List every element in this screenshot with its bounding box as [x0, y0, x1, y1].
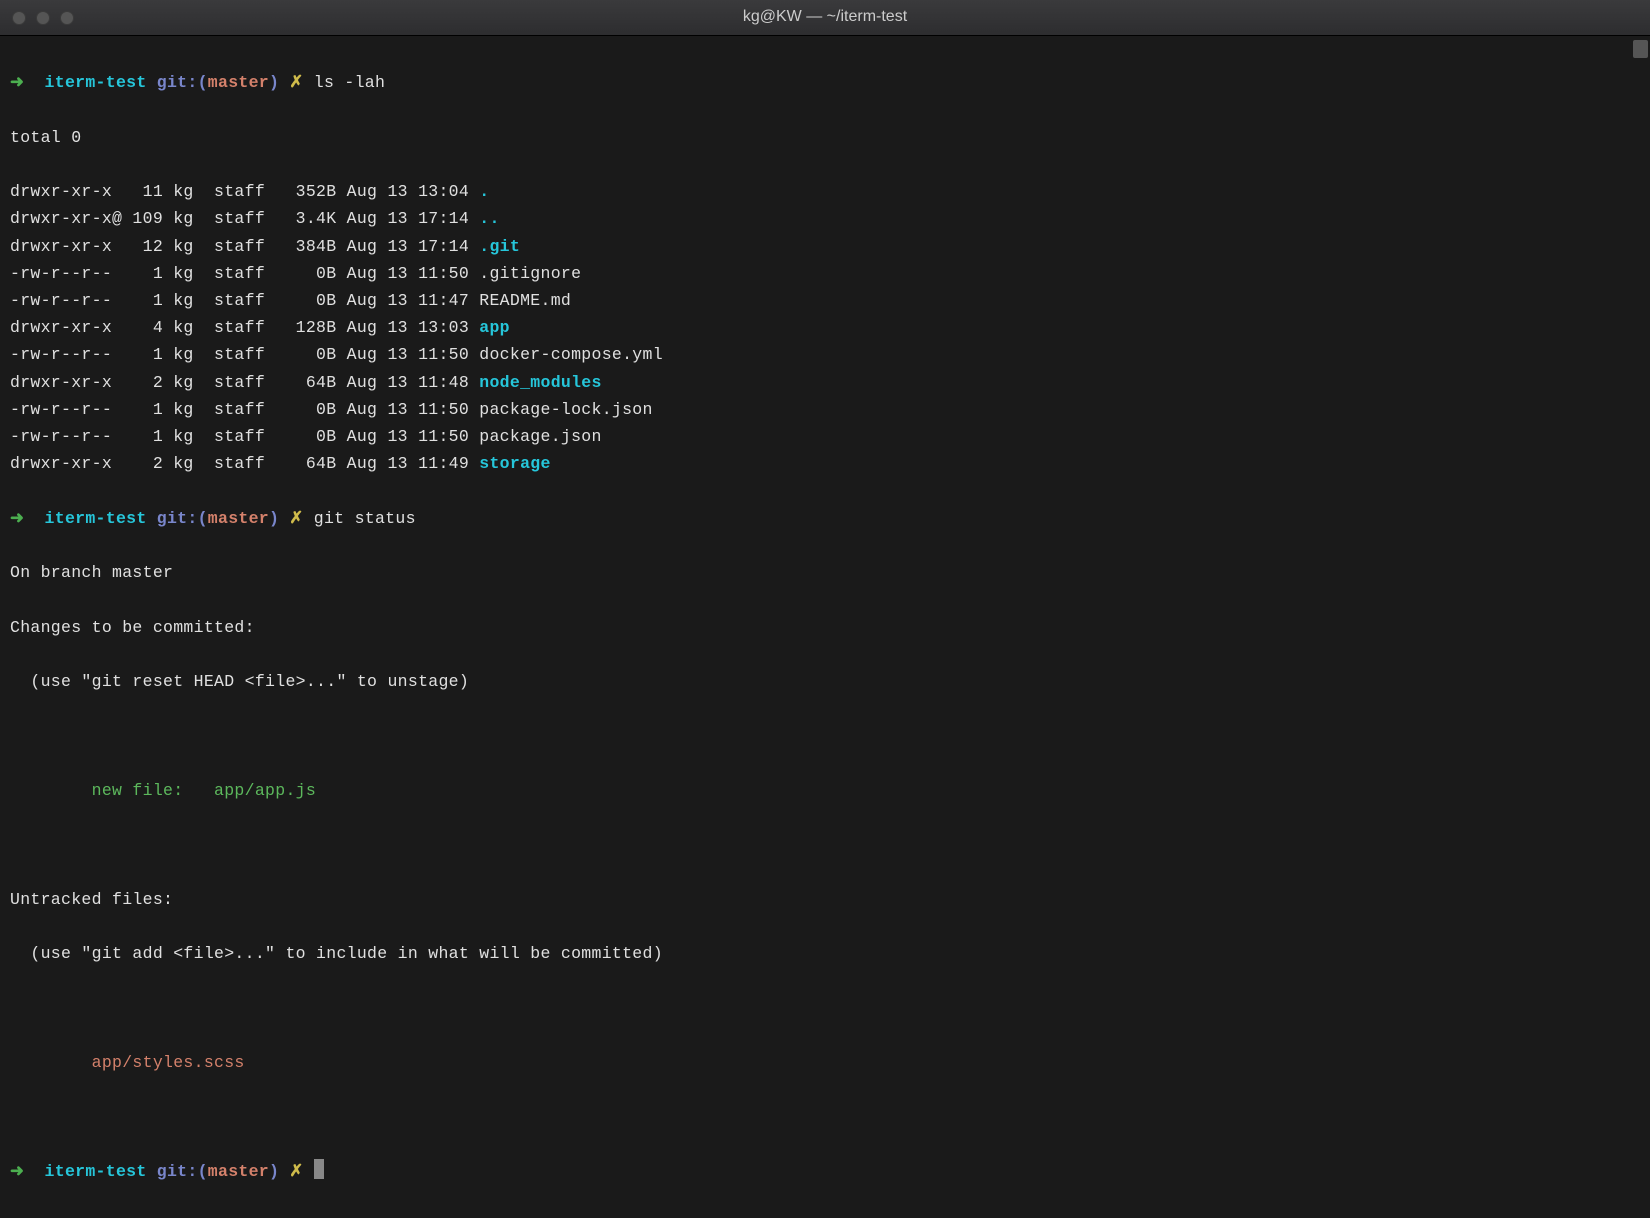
ls-row: -rw-r--r-- 1 kg staff 0B Aug 13 11:50 pa…	[10, 396, 1640, 423]
ls-meta: drwxr-xr-x 12 kg staff 384B Aug 13 17:14	[10, 237, 479, 256]
zoom-window-button[interactable]	[60, 11, 74, 25]
ls-file-name: README.md	[479, 291, 571, 310]
git-unstage-hint: (use "git reset HEAD <file>..." to unsta…	[10, 668, 1640, 695]
ls-row: drwxr-xr-x 2 kg staff 64B Aug 13 11:48 n…	[10, 369, 1640, 396]
blank-line	[10, 722, 1640, 749]
prompt-branch: master	[208, 73, 269, 92]
prompt-paren-close: )	[269, 509, 279, 528]
prompt-dirty-icon: ✗	[289, 1162, 303, 1181]
window-titlebar: kg@KW — ~/iterm-test	[0, 0, 1650, 36]
prompt-arrow-icon: ➜	[10, 509, 24, 528]
ls-meta: drwxr-xr-x 11 kg staff 352B Aug 13 13:04	[10, 182, 479, 201]
close-window-button[interactable]	[12, 11, 26, 25]
git-untracked-header: Untracked files:	[10, 886, 1640, 913]
prompt-paren-close: )	[269, 1162, 279, 1181]
scrollbar-thumb[interactable]	[1633, 40, 1648, 58]
prompt-paren-open: (	[198, 73, 208, 92]
ls-row: drwxr-xr-x 11 kg staff 352B Aug 13 13:04…	[10, 178, 1640, 205]
ls-dir-name: node_modules	[479, 373, 601, 392]
ls-meta: -rw-r--r-- 1 kg staff 0B Aug 13 11:47	[10, 291, 479, 310]
ls-row: drwxr-xr-x@ 109 kg staff 3.4K Aug 13 17:…	[10, 205, 1640, 232]
prompt-git-label: git:	[157, 73, 198, 92]
ls-file-name: package.json	[479, 427, 601, 446]
prompt-dir: iterm-test	[45, 509, 147, 528]
ls-row: -rw-r--r-- 1 kg staff 0B Aug 13 11:50 .g…	[10, 260, 1640, 287]
ls-row: drwxr-xr-x 12 kg staff 384B Aug 13 17:14…	[10, 233, 1640, 260]
git-branch-line: On branch master	[10, 559, 1640, 586]
prompt-line-2: ➜ iterm-test git:(master) ✗ git status	[10, 505, 1640, 532]
ls-meta: drwxr-xr-x@ 109 kg staff 3.4K Aug 13 17:…	[10, 209, 479, 228]
prompt-dir: iterm-test	[45, 1162, 147, 1181]
ls-dir-name: ..	[479, 209, 499, 228]
terminal-content[interactable]: ➜ iterm-test git:(master) ✗ ls -lah tota…	[0, 36, 1650, 1218]
blank-line	[10, 831, 1640, 858]
git-changes-header: Changes to be committed:	[10, 614, 1640, 641]
prompt-paren-open: (	[198, 509, 208, 528]
ls-meta: -rw-r--r-- 1 kg staff 0B Aug 13 11:50	[10, 345, 479, 364]
ls-dir-name: .git	[479, 237, 520, 256]
ls-dir-name: storage	[479, 454, 550, 473]
ls-meta: drwxr-xr-x 4 kg staff 128B Aug 13 13:03	[10, 318, 479, 337]
prompt-arrow-icon: ➜	[10, 1162, 24, 1181]
ls-row: -rw-r--r-- 1 kg staff 0B Aug 13 11:50 do…	[10, 341, 1640, 368]
prompt-paren-open: (	[198, 1162, 208, 1181]
prompt-dir: iterm-test	[45, 73, 147, 92]
blank-line	[10, 1104, 1640, 1131]
blank-line	[10, 995, 1640, 1022]
prompt-line-1: ➜ iterm-test git:(master) ✗ ls -lah	[10, 69, 1640, 96]
git-add-hint: (use "git add <file>..." to include in w…	[10, 940, 1640, 967]
ls-total: total 0	[10, 124, 1640, 151]
ls-file-name: package-lock.json	[479, 400, 652, 419]
cursor[interactable]	[314, 1159, 324, 1179]
command-1: ls -lah	[314, 73, 385, 92]
ls-row: drwxr-xr-x 4 kg staff 128B Aug 13 13:03 …	[10, 314, 1640, 341]
traffic-lights	[12, 11, 74, 25]
ls-meta: -rw-r--r-- 1 kg staff 0B Aug 13 11:50	[10, 264, 479, 283]
prompt-arrow-icon: ➜	[10, 73, 24, 92]
ls-meta: drwxr-xr-x 2 kg staff 64B Aug 13 11:48	[10, 373, 479, 392]
ls-meta: -rw-r--r-- 1 kg staff 0B Aug 13 11:50	[10, 427, 479, 446]
ls-meta: -rw-r--r-- 1 kg staff 0B Aug 13 11:50	[10, 400, 479, 419]
ls-row: drwxr-xr-x 2 kg staff 64B Aug 13 11:49 s…	[10, 450, 1640, 477]
prompt-paren-close: )	[269, 73, 279, 92]
prompt-git-label: git:	[157, 509, 198, 528]
prompt-line-3: ➜ iterm-test git:(master) ✗	[10, 1158, 1640, 1185]
prompt-branch: master	[208, 1162, 269, 1181]
git-staged-file: new file: app/app.js	[10, 777, 1640, 804]
ls-meta: drwxr-xr-x 2 kg staff 64B Aug 13 11:49	[10, 454, 479, 473]
prompt-dirty-icon: ✗	[289, 73, 303, 92]
git-untracked-file: app/styles.scss	[10, 1049, 1640, 1076]
ls-listing: drwxr-xr-x 11 kg staff 352B Aug 13 13:04…	[10, 178, 1640, 477]
ls-file-name: docker-compose.yml	[479, 345, 663, 364]
ls-dir-name: .	[479, 182, 489, 201]
prompt-dirty-icon: ✗	[289, 509, 303, 528]
ls-row: -rw-r--r-- 1 kg staff 0B Aug 13 11:47 RE…	[10, 287, 1640, 314]
ls-file-name: .gitignore	[479, 264, 581, 283]
prompt-git-label: git:	[157, 1162, 198, 1181]
prompt-branch: master	[208, 509, 269, 528]
window-title: kg@KW — ~/iterm-test	[743, 4, 907, 30]
ls-row: -rw-r--r-- 1 kg staff 0B Aug 13 11:50 pa…	[10, 423, 1640, 450]
ls-dir-name: app	[479, 318, 510, 337]
minimize-window-button[interactable]	[36, 11, 50, 25]
command-2: git status	[314, 509, 416, 528]
